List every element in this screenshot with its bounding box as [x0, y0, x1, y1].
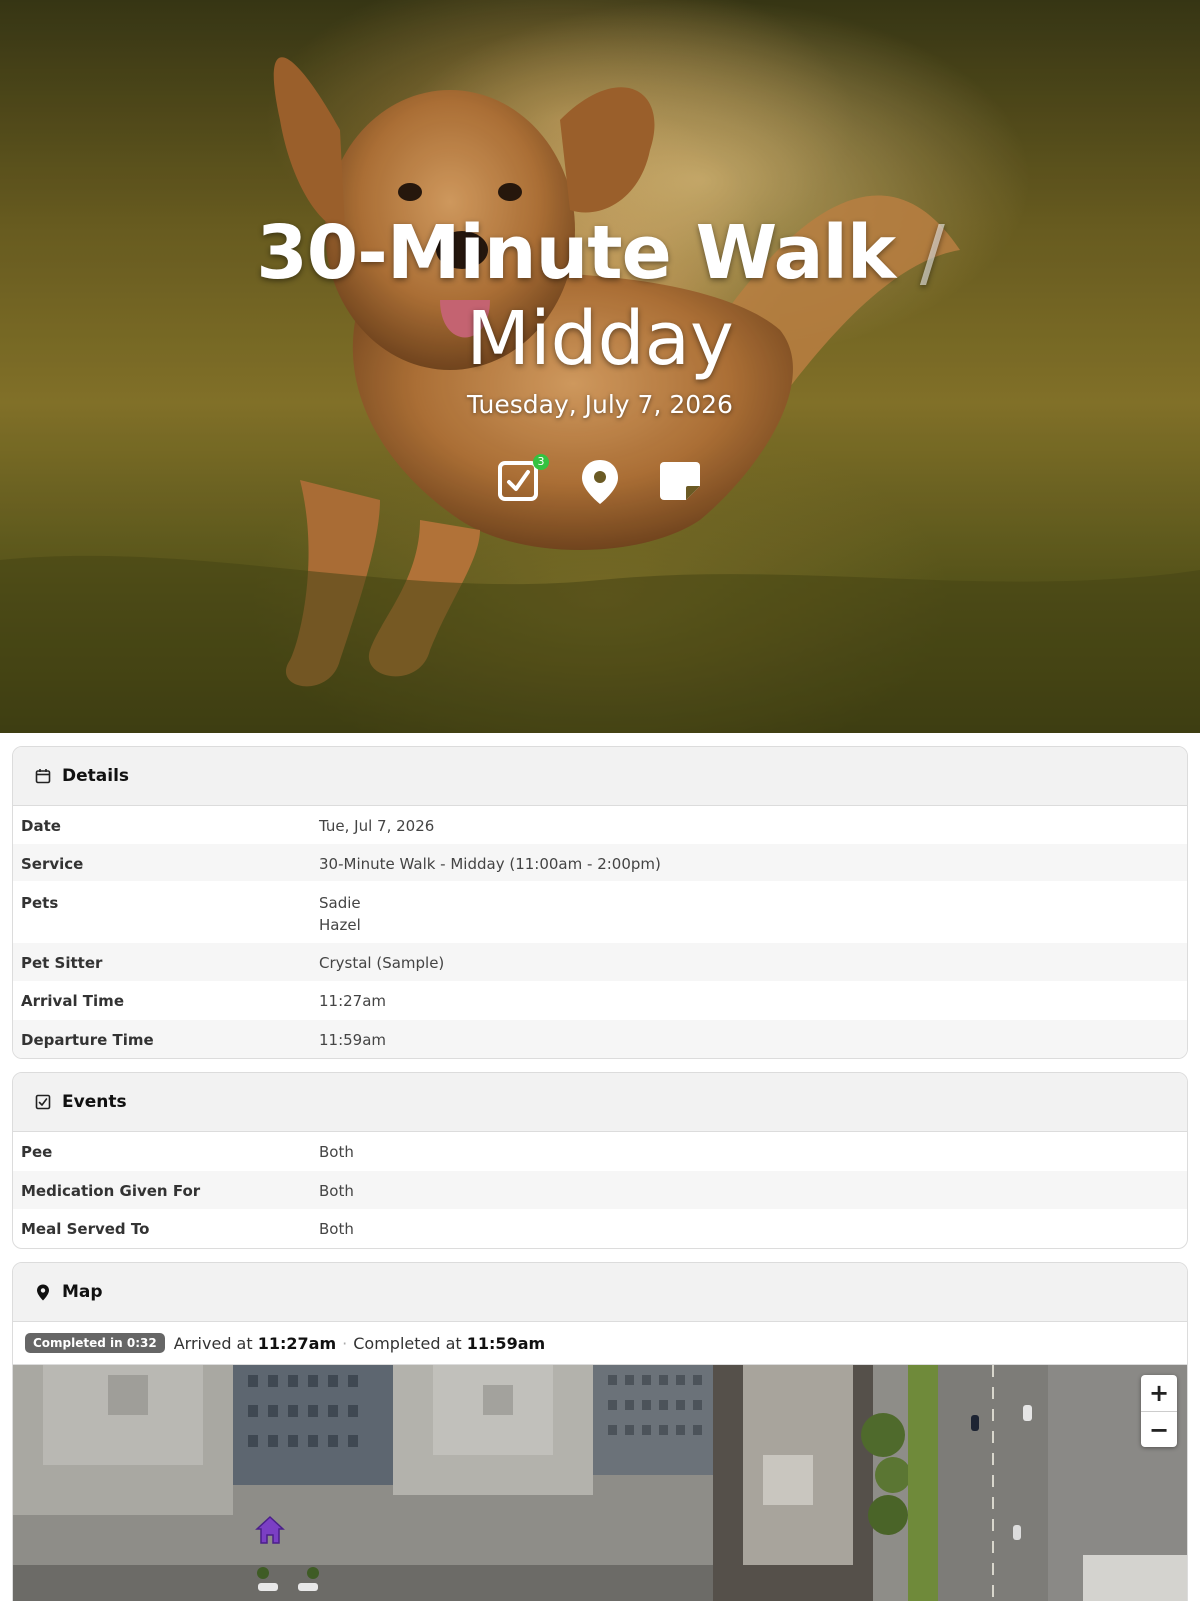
detail-row-departure: Departure Time 11:59am [13, 1020, 1187, 1058]
details-panel: Details Date Tue, Jul 7, 2026 Service 30… [12, 746, 1188, 1059]
event-label: Medication Given For [21, 1182, 201, 1200]
detail-label: Service [21, 855, 84, 873]
duration-badge: Completed in 0:32 [25, 1333, 165, 1353]
zoom-out-button[interactable]: − [1141, 1411, 1177, 1447]
pet-list: Sadie Hazel [319, 892, 361, 936]
zoom-control: + − [1141, 1375, 1177, 1447]
event-label: Meal Served To [21, 1220, 150, 1238]
arrived-prefix: Arrived at [173, 1333, 253, 1353]
visit-date: Tuesday, July 7, 2026 [467, 390, 733, 419]
zoom-in-button[interactable]: + [1141, 1375, 1177, 1411]
detail-label: Pets [21, 894, 59, 912]
hero-actions: 3 [0, 454, 1200, 508]
title-main: 30-Minute Walk [256, 210, 896, 296]
events-title: Events [62, 1092, 127, 1112]
summary-separator: · [342, 1333, 348, 1353]
calendar-icon [34, 767, 52, 785]
home-marker-icon[interactable] [255, 1515, 285, 1545]
checklist-badge: 3 [533, 454, 549, 470]
event-value: Both [319, 1143, 354, 1161]
note-icon[interactable] [658, 458, 702, 506]
detail-label: Date [21, 817, 61, 835]
event-row-meal: Meal Served To Both [13, 1209, 1187, 1248]
details-header: Details [13, 747, 1187, 806]
hero-banner: 30-Minute Walk / Midday Tuesday, July 7,… [0, 0, 1200, 733]
pet-name: Sadie [319, 894, 361, 912]
events-header: Events [13, 1073, 1187, 1132]
page-title: 30-Minute Walk / Midday [0, 210, 1200, 382]
detail-label: Arrival Time [21, 992, 124, 1010]
detail-value: 11:27am [319, 992, 387, 1010]
event-label: Pee [21, 1143, 53, 1161]
event-value: Both [319, 1220, 354, 1238]
arrived-time: 11:27am [257, 1333, 337, 1353]
detail-value: 30-Minute Walk - Midday (11:00am - 2:00p… [319, 855, 661, 873]
detail-value: 11:59am [319, 1031, 387, 1049]
satellite-imagery [13, 1365, 1187, 1601]
map-header: Map [13, 1263, 1187, 1322]
detail-row-pet-sitter: Pet Sitter Crystal (Sample) [13, 943, 1187, 981]
event-value: Both [319, 1182, 354, 1200]
map-pin-icon [34, 1283, 52, 1301]
visit-summary: Completed in 0:32 Arrived at 11:27am · C… [13, 1322, 1187, 1365]
checkbox-icon [34, 1093, 52, 1111]
pet-name: Hazel [319, 916, 361, 934]
title-separator: / [919, 210, 945, 296]
details-title: Details [62, 766, 130, 786]
detail-value: Tue, Jul 7, 2026 [319, 817, 435, 835]
detail-label: Pet Sitter [21, 954, 103, 972]
detail-row-date: Date Tue, Jul 7, 2026 [13, 806, 1187, 844]
satellite-map[interactable]: + − [13, 1365, 1187, 1601]
checklist-icon[interactable]: 3 [497, 454, 549, 506]
events-panel: Events Pee Both Medication Given For Bot… [12, 1072, 1188, 1249]
detail-row-arrival: Arrival Time 11:27am [13, 981, 1187, 1020]
detail-label: Departure Time [21, 1031, 154, 1049]
map-title: Map [62, 1282, 103, 1302]
event-row-pee: Pee Both [13, 1132, 1187, 1171]
title-sub: Midday [466, 296, 734, 382]
detail-value: Crystal (Sample) [319, 954, 445, 972]
location-pin-icon[interactable] [578, 458, 622, 506]
completed-prefix: Completed at [353, 1333, 462, 1353]
map-panel: Map Completed in 0:32 Arrived at 11:27am… [12, 1262, 1188, 1601]
detail-row-pets: Pets Sadie Hazel [13, 881, 1187, 943]
completed-time: 11:59am [466, 1333, 546, 1353]
event-row-medication: Medication Given For Both [13, 1171, 1187, 1209]
detail-row-service: Service 30-Minute Walk - Midday (11:00am… [13, 844, 1187, 881]
